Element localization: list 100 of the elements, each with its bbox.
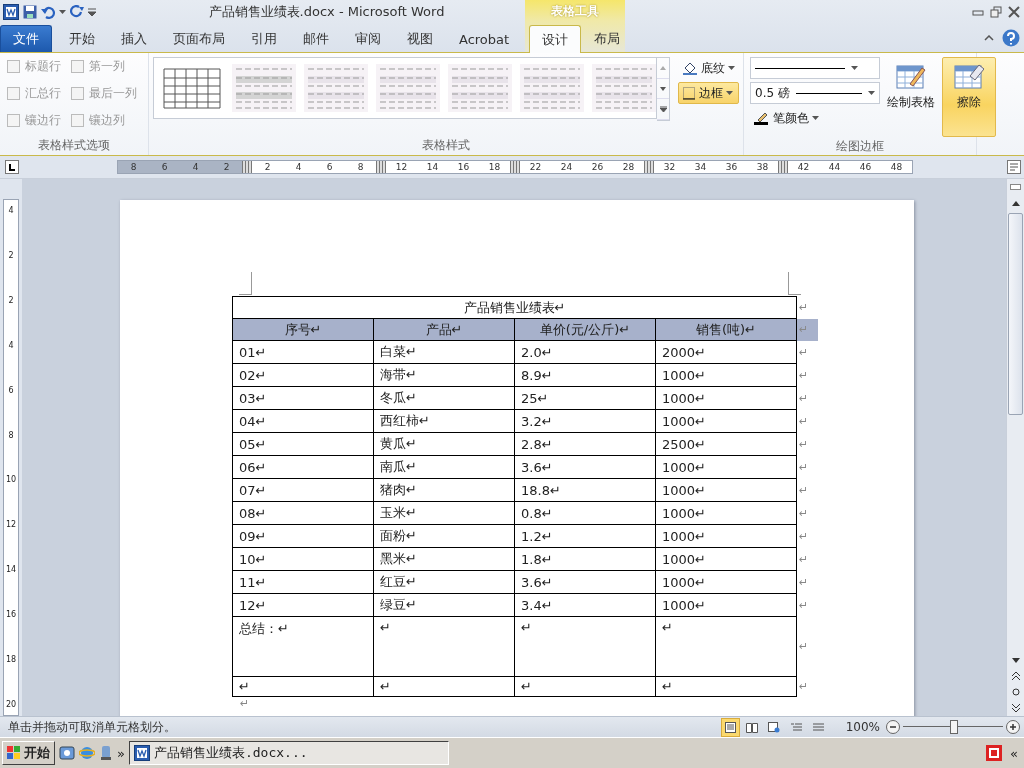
pen-style-dropdown[interactable]	[750, 57, 880, 79]
column-marker[interactable]	[376, 161, 386, 173]
start-button[interactable]: 开始	[2, 741, 55, 765]
table-style-thumbnail[interactable]	[304, 64, 368, 112]
scroll-down-icon[interactable]	[1011, 657, 1020, 663]
table-cell: ↵	[232, 676, 374, 697]
more-icon[interactable]: »	[117, 745, 125, 761]
zoom-in-icon[interactable]	[1006, 720, 1020, 734]
ribbon-tab[interactable]: 插入	[108, 25, 160, 52]
table-style-thumbnail[interactable]	[448, 64, 512, 112]
undo-icon[interactable]	[41, 4, 55, 19]
table-cell: 1000↵	[655, 455, 797, 479]
table-style-thumbnail[interactable]	[592, 64, 656, 112]
ruler-number: 16	[5, 610, 17, 620]
row-end-mark: ↵	[796, 455, 818, 479]
customize-toolbar-icon[interactable]	[88, 7, 96, 16]
pen-weight-dropdown[interactable]: 0.5 磅	[750, 82, 880, 104]
shading-button[interactable]: 底纹	[678, 57, 739, 79]
checkbox[interactable]	[71, 60, 84, 73]
draw-table-button[interactable]: 绘制表格	[884, 57, 938, 137]
caret-icon[interactable]	[868, 91, 875, 95]
checkbox[interactable]	[7, 60, 20, 73]
tray-app-icon[interactable]	[986, 745, 1003, 761]
ruler-number: 36	[725, 162, 738, 172]
desktop-icon[interactable]	[59, 745, 75, 761]
ruler-number: 26	[591, 162, 604, 172]
save-icon[interactable]	[23, 4, 37, 19]
checkbox-label: 第一列	[89, 58, 125, 75]
browse-object-icon[interactable]	[1011, 688, 1020, 696]
row-end-mark: ↵	[796, 296, 818, 319]
table-cell: 黄瓜↵	[373, 432, 515, 456]
view-ruler-icon[interactable]	[1007, 160, 1021, 174]
pen-color-button[interactable]: 笔颜色	[750, 107, 880, 129]
checkbox[interactable]	[7, 114, 20, 127]
ruler-number: 8	[357, 162, 364, 172]
header-corner-mark	[788, 272, 801, 295]
table-cell: 1000↵	[655, 593, 797, 617]
table-cell: 1000↵	[655, 478, 797, 502]
table-style-thumbnail[interactable]	[376, 64, 440, 112]
table-cell: 06↵	[232, 455, 374, 479]
zoom-level[interactable]: 100%	[845, 720, 880, 734]
row-end-mark: ↵	[796, 478, 818, 502]
ribbon-tab[interactable]: 邮件	[290, 25, 342, 52]
ribbon-tab[interactable]: 引用	[238, 25, 290, 52]
ribbon-tab[interactable]: 页面布局	[160, 25, 238, 52]
caret-icon[interactable]	[812, 116, 819, 120]
caret-icon[interactable]	[726, 91, 733, 95]
close-icon[interactable]	[1008, 5, 1020, 18]
expand-gallery-icon[interactable]	[659, 106, 667, 113]
table-cell: 08↵	[232, 501, 374, 525]
ribbon-tab[interactable]: 审阅	[342, 25, 394, 52]
print-layout-icon	[724, 721, 736, 733]
caret-icon[interactable]	[728, 66, 735, 70]
caret-icon[interactable]	[851, 66, 858, 70]
view-button[interactable]	[720, 717, 740, 737]
ribbon-tab[interactable]: 设计	[529, 25, 581, 53]
scroll-thumb[interactable]	[1008, 213, 1023, 415]
zoom-slider-thumb[interactable]	[950, 720, 958, 734]
checkbox[interactable]	[71, 114, 84, 127]
table-style-thumbnail[interactable]	[232, 64, 296, 112]
tray-toggle[interactable]: «	[1006, 745, 1022, 761]
restore-icon[interactable]	[990, 5, 1002, 18]
column-marker[interactable]	[510, 161, 520, 173]
collapse-ribbon-icon[interactable]	[984, 34, 994, 41]
table-cell: 1000↵	[655, 524, 797, 548]
table-cell: 25↵	[514, 386, 656, 410]
scroll-down-icon[interactable]	[660, 86, 666, 91]
borders-button[interactable]: 边框	[678, 82, 739, 104]
zoom-out-icon[interactable]	[886, 720, 900, 734]
taskbar-button[interactable]: 产品销售业绩表.docx...	[128, 741, 449, 765]
row-end-mark: ↵	[796, 432, 818, 456]
checkbox[interactable]	[71, 87, 84, 100]
ribbon-tab[interactable]: 视图	[394, 25, 446, 52]
redo-icon[interactable]	[70, 4, 84, 19]
table-cell: 18.8↵	[514, 478, 656, 502]
column-marker[interactable]	[644, 161, 654, 173]
ribbon-tab[interactable]: 开始	[56, 25, 108, 52]
caret-icon[interactable]	[59, 9, 66, 14]
column-marker[interactable]	[242, 161, 252, 173]
file-tab[interactable]: 文件	[0, 25, 52, 52]
table-cell: 3.6↵	[514, 455, 656, 479]
checkbox[interactable]	[7, 87, 20, 100]
table-cell: 04↵	[232, 409, 374, 433]
column-marker[interactable]	[778, 161, 788, 173]
table-eraser-icon	[954, 62, 984, 90]
tab-selector-icon[interactable]	[5, 160, 19, 174]
table-cell: 猪肉↵	[373, 478, 515, 502]
scroll-up-icon[interactable]	[1011, 200, 1020, 206]
media-icon[interactable]	[99, 745, 113, 761]
ruler-number: 22	[529, 162, 542, 172]
next-page-icon[interactable]	[1011, 704, 1020, 712]
table-style-thumbnail[interactable]	[520, 64, 584, 112]
previous-page-icon[interactable]	[1011, 672, 1020, 680]
eraser-button[interactable]: 擦除	[942, 57, 996, 137]
split-icon[interactable]	[1010, 184, 1021, 190]
table-cell: 2.8↵	[514, 432, 656, 456]
ruler-number: 38	[756, 162, 769, 172]
ribbon-tab[interactable]: Acrobat	[446, 25, 523, 52]
help-icon[interactable]	[1002, 28, 1020, 47]
ribbon-tab[interactable]: 布局	[581, 25, 633, 52]
